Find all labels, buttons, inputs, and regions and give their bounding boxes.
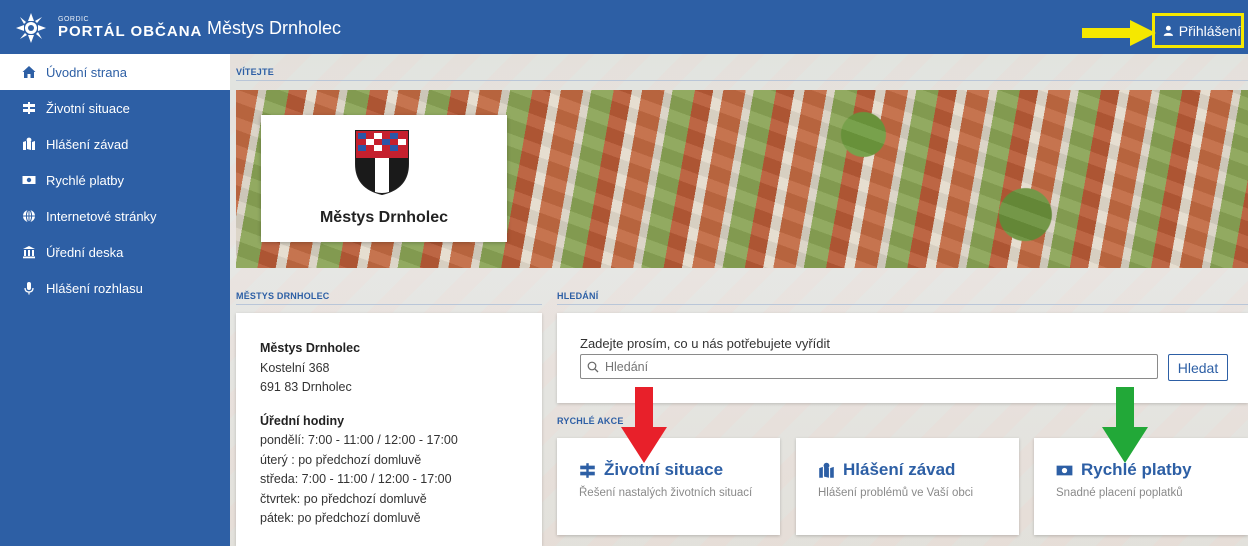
sidebar-item-radio-announcements[interactable]: Hlášení rozhlasu	[0, 270, 230, 306]
signpost-icon	[22, 101, 36, 115]
sidebar-item-life-situations[interactable]: Životní situace	[0, 90, 230, 126]
green-arrow-icon	[1102, 387, 1148, 463]
search-section-label: HLEDÁNÍ	[557, 291, 599, 301]
sidebar-item-label: Hlášení rozhlasu	[46, 280, 143, 296]
map-report-icon	[819, 462, 834, 478]
logo-main-text: PORTÁL OBČANA	[58, 23, 203, 40]
contact-street: Kostelní 368	[260, 360, 330, 375]
municipality-card: Městys Drnholec	[261, 115, 507, 242]
quick-action-defect-report[interactable]: Hlášení závad Hlášení problémů ve Vaší o…	[796, 438, 1019, 535]
sidebar-item-label: Životní situace	[46, 100, 130, 116]
sidebar-item-website[interactable]: Internetové stránky	[0, 198, 230, 234]
red-arrow-icon	[621, 387, 667, 463]
sidebar: Úvodní strana Životní situace Hlášení zá…	[0, 54, 230, 546]
office-hours-title: Úřední hodiny	[260, 413, 345, 428]
gordic-logo-icon	[16, 13, 46, 43]
quick-action-title: Hlášení závad	[843, 460, 956, 479]
home-icon	[22, 65, 36, 79]
institution-icon	[22, 245, 36, 259]
microphone-icon	[22, 281, 36, 295]
office-hours-line: pondělí: 7:00 - 11:00 / 12:00 - 17:00	[260, 433, 458, 447]
office-hours-line: středa: 7:00 - 11:00 / 12:00 - 17:00	[260, 472, 452, 486]
sidebar-item-label: Internetové stránky	[46, 208, 157, 224]
search-icon	[587, 361, 599, 372]
globe-icon	[22, 209, 36, 223]
money-icon	[1056, 465, 1073, 475]
coat-of-arms-icon	[355, 130, 409, 196]
sidebar-item-defect-report[interactable]: Hlášení závad	[0, 126, 230, 162]
search-button[interactable]: Hledat	[1168, 354, 1228, 381]
municipality-name: Městys Drnholec	[319, 209, 449, 226]
welcome-label: VÍTEJTE	[236, 67, 274, 77]
login-label: Přihlášení	[1178, 22, 1241, 39]
contact-divider	[236, 304, 542, 305]
top-bar: GORDIC PORTÁL OBČANA Městys Drnholec Při…	[0, 0, 1248, 54]
portal-logo[interactable]: GORDIC PORTÁL OBČANA	[14, 10, 204, 46]
contact-card: Městys Drnholec Kostelní 368 691 83 Drnh…	[236, 313, 542, 546]
sidebar-item-label: Rychlé platby	[46, 172, 125, 188]
page-title: Městys Drnholec	[207, 18, 342, 38]
sidebar-item-notice-board[interactable]: Úřední deska	[0, 234, 230, 270]
search-input[interactable]	[605, 359, 1145, 374]
signpost-icon	[580, 462, 595, 478]
office-hours-line: úterý : po předchozí domluvě	[260, 452, 422, 467]
quick-action-description: Snadné placení poplatků	[1056, 487, 1183, 499]
contact-city: 691 83 Drnholec	[260, 380, 352, 394]
sidebar-item-home[interactable]: Úvodní strana	[0, 54, 230, 90]
welcome-divider	[236, 80, 1248, 81]
quick-action-description: Hlášení problémů ve Vaší obci	[818, 487, 974, 499]
contact-name: Městys Drnholec	[260, 341, 361, 355]
search-divider	[557, 304, 1248, 305]
sidebar-item-quick-payments[interactable]: Rychlé platby	[0, 162, 230, 198]
map-report-icon	[22, 137, 36, 151]
yellow-arrow-icon	[1082, 20, 1156, 46]
quick-action-description: Řešení nastalých životních situací	[579, 487, 753, 499]
money-icon	[22, 173, 36, 187]
search-prompt: Zadejte prosím, co u nás potřebujete vyř…	[580, 336, 831, 351]
login-button[interactable]: Přihlášení	[1152, 13, 1244, 48]
sidebar-item-label: Hlášení závad	[46, 136, 129, 152]
sidebar-item-label: Úřední deska	[46, 244, 124, 260]
contact-section-label: MĚSTYS DRNHOLEC	[236, 291, 330, 301]
office-hours-line: pátek: po předchozí domluvě	[260, 511, 421, 525]
sidebar-item-label: Úvodní strana	[46, 64, 127, 80]
office-hours-line: čtvrtek: po předchozí domluvě	[260, 491, 427, 506]
user-icon	[1163, 25, 1173, 36]
search-field[interactable]	[580, 354, 1158, 379]
quick-actions-label: RYCHLÉ AKCE	[557, 416, 624, 426]
logo-small-text: GORDIC	[58, 16, 89, 23]
